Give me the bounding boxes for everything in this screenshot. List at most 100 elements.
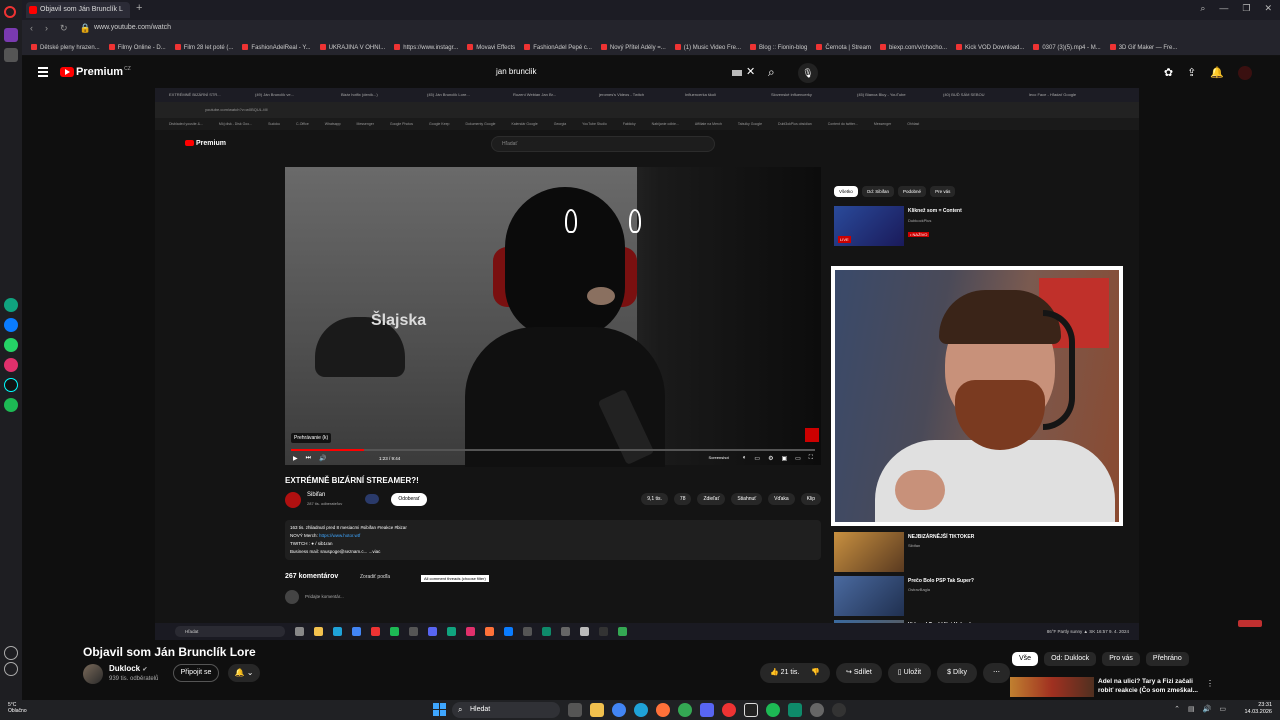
history-icon[interactable]	[4, 662, 18, 676]
reload-icon[interactable]: ↻	[60, 23, 68, 34]
bookmark-item[interactable]: Černota | Stream	[816, 40, 871, 55]
next-video-thumbnail[interactable]	[1010, 677, 1094, 697]
notification-settings-button[interactable]: 🔔 ⌄	[228, 664, 260, 682]
tray-chevron-icon[interactable]: ⌃	[1174, 705, 1180, 713]
home-icon[interactable]	[4, 28, 18, 42]
inner-taskbar-app-icon	[371, 627, 380, 636]
bookmarks-bar: Dětské pleny hrazen... Filmy Online - D..…	[22, 40, 1280, 56]
bookmark-item[interactable]: Nový Přítel Adély =...	[601, 40, 666, 55]
bookmark-item[interactable]: biexp.com/v/chocho...	[880, 40, 947, 55]
notifications-bell-icon[interactable]: 🔔	[1210, 66, 1224, 80]
upload-icon[interactable]: ⇪	[1187, 66, 1196, 80]
bookmark-item[interactable]: Kick VOD Download...	[956, 40, 1024, 55]
network-icon[interactable]: ▤	[1188, 705, 1195, 713]
edge-icon[interactable]	[634, 703, 648, 717]
bookmark-item[interactable]: UKRAJINA V OHNI...	[320, 40, 386, 55]
new-tab-icon[interactable]: +	[136, 2, 142, 14]
channel-name-text: Duklock	[109, 664, 141, 673]
chip-3[interactable]: Přehráno	[1145, 652, 1189, 666]
firefox-icon[interactable]	[656, 703, 670, 717]
back-icon[interactable]: ‹	[30, 23, 33, 34]
maximize-icon[interactable]: ❐	[1242, 3, 1250, 14]
extension-icon[interactable]: ✿	[1164, 66, 1173, 80]
tiktok-icon[interactable]	[4, 378, 18, 392]
search-icon[interactable]: ⌕	[768, 65, 775, 80]
chip-0[interactable]: Vše	[1012, 652, 1039, 666]
inner-tab: (45) Ján Brunclík Lore...	[427, 92, 470, 97]
save-button[interactable]: ▯ Uložit	[887, 663, 932, 683]
more-actions-button[interactable]: ⋯	[982, 663, 1010, 683]
bell-icon: 🔔	[234, 668, 245, 677]
chrome-alt-icon[interactable]	[678, 703, 692, 717]
channel-name[interactable]: Duklock ✔	[109, 664, 147, 673]
bookmark-item[interactable]: (1) Music Video Fre...	[675, 40, 741, 55]
spotify-taskbar-icon[interactable]	[766, 703, 780, 717]
app-icon[interactable]	[788, 703, 802, 717]
task-view-icon[interactable]	[568, 703, 582, 717]
bookmark-item[interactable]: Filmy Online - D...	[109, 40, 166, 55]
account-avatar[interactable]	[1238, 66, 1252, 80]
inner-list-channel: OstravBagla	[908, 587, 931, 592]
bookmark-item[interactable]: https://www.instagr...	[394, 40, 458, 55]
file-explorer-icon[interactable]	[590, 703, 604, 717]
volume-icon[interactable]: 🔊	[1203, 705, 1212, 713]
opera-icon[interactable]	[722, 703, 736, 717]
discord-icon[interactable]	[700, 703, 714, 717]
chip-2[interactable]: Pro vás	[1102, 652, 1140, 666]
url-field[interactable]: www.youtube.com/watch	[94, 24, 171, 31]
channel-avatar[interactable]	[83, 664, 103, 684]
close-window-icon[interactable]: ✕	[1264, 3, 1272, 14]
bookmark-item[interactable]: Movavi Effects	[467, 40, 515, 55]
start-button-icon[interactable]	[433, 703, 446, 716]
next-video-menu-icon[interactable]: ⋮	[1206, 679, 1214, 688]
share-button[interactable]: ↪ Sdílet	[836, 663, 882, 683]
video-player[interactable]: EXTRÉMNĚ BIZÁRNÍ STR... (49) Ján Brunclík…	[155, 88, 1139, 640]
minimize-icon[interactable]: —	[1219, 3, 1228, 14]
capcut-icon[interactable]	[744, 703, 758, 717]
youtube-premium-logo[interactable]: Premium CZ	[60, 66, 131, 78]
inner-channel-row: Sibifan 287 tis. odberateľov Odoberať 9,…	[285, 490, 821, 510]
next-video-title[interactable]: Adel na ulici? Tary a Fizi začali robiť …	[1098, 677, 1208, 695]
spotify-icon[interactable]	[4, 398, 18, 412]
thanks-button[interactable]: $ Díky	[937, 663, 977, 683]
video-title: Objavil som Ján Brunclík Lore	[83, 645, 256, 659]
chatgpt-icon[interactable]	[4, 298, 18, 312]
clear-search-icon[interactable]: ✕	[746, 65, 755, 78]
search-tabs-icon[interactable]: ⌕	[1200, 3, 1205, 14]
instagram-icon[interactable]	[4, 358, 18, 372]
chrome-icon[interactable]	[612, 703, 626, 717]
browser-tab[interactable]: Objavil som Ján Brunclík L	[26, 2, 130, 18]
bookmark-item[interactable]: 3D Gif Maker — Fre...	[1110, 40, 1178, 55]
forward-icon[interactable]: ›	[45, 23, 48, 34]
join-button[interactable]: Připojit se	[173, 664, 219, 682]
weather-widget[interactable]: 5°C Oblačno	[8, 702, 27, 714]
like-button[interactable]: 👍 21 tis. 👎	[760, 663, 831, 683]
bookmark-item[interactable]: Film 28 let poté (...	[175, 40, 234, 55]
opera-logo-icon[interactable]	[4, 6, 16, 18]
messenger-icon[interactable]	[4, 318, 18, 332]
bookmark-item[interactable]: FashionAdel Pepé c...	[524, 40, 592, 55]
bookmark-item[interactable]: 0307 (3)(5).mp4 - M...	[1033, 40, 1100, 55]
chip-1[interactable]: Od: Duklock	[1044, 652, 1097, 666]
search-input[interactable]: jan brunclik	[496, 67, 536, 76]
dislike-icon[interactable]: 👎	[811, 669, 820, 676]
taskbar-search[interactable]: Hledat	[452, 702, 560, 718]
inner-bookmark: Sudoku	[268, 122, 280, 126]
keyboard-icon[interactable]	[732, 70, 742, 76]
obs-icon[interactable]	[832, 703, 846, 717]
whatsapp-icon[interactable]	[4, 338, 18, 352]
bookmark-star-icon[interactable]	[4, 48, 18, 62]
bookmark-item[interactable]: Blog :: Fionin-blog	[750, 40, 807, 55]
tab-title: Objavil som Ján Brunclík L	[40, 6, 123, 13]
voice-search-mic-icon[interactable]: 🎙	[798, 63, 818, 83]
menu-icon[interactable]	[38, 67, 48, 77]
battery-icon[interactable]: ▭	[1219, 705, 1226, 713]
bookmark-item[interactable]: FashionAdelReal - Y...	[242, 40, 310, 55]
search-box[interactable]: jan brunclik ✕ ⌕	[488, 63, 788, 83]
thumbs-up-icon: 👍	[770, 669, 779, 676]
bookmark-item[interactable]: Dětské pleny hrazen...	[31, 40, 100, 55]
next-video-card[interactable]: Adel na ulici? Tary a Fizi začali robiť …	[1010, 677, 1270, 697]
settings-taskbar-icon[interactable]	[810, 703, 824, 717]
heart-icon[interactable]	[4, 646, 18, 660]
clock[interactable]: 23:31 14.03.2026	[1244, 702, 1272, 716]
